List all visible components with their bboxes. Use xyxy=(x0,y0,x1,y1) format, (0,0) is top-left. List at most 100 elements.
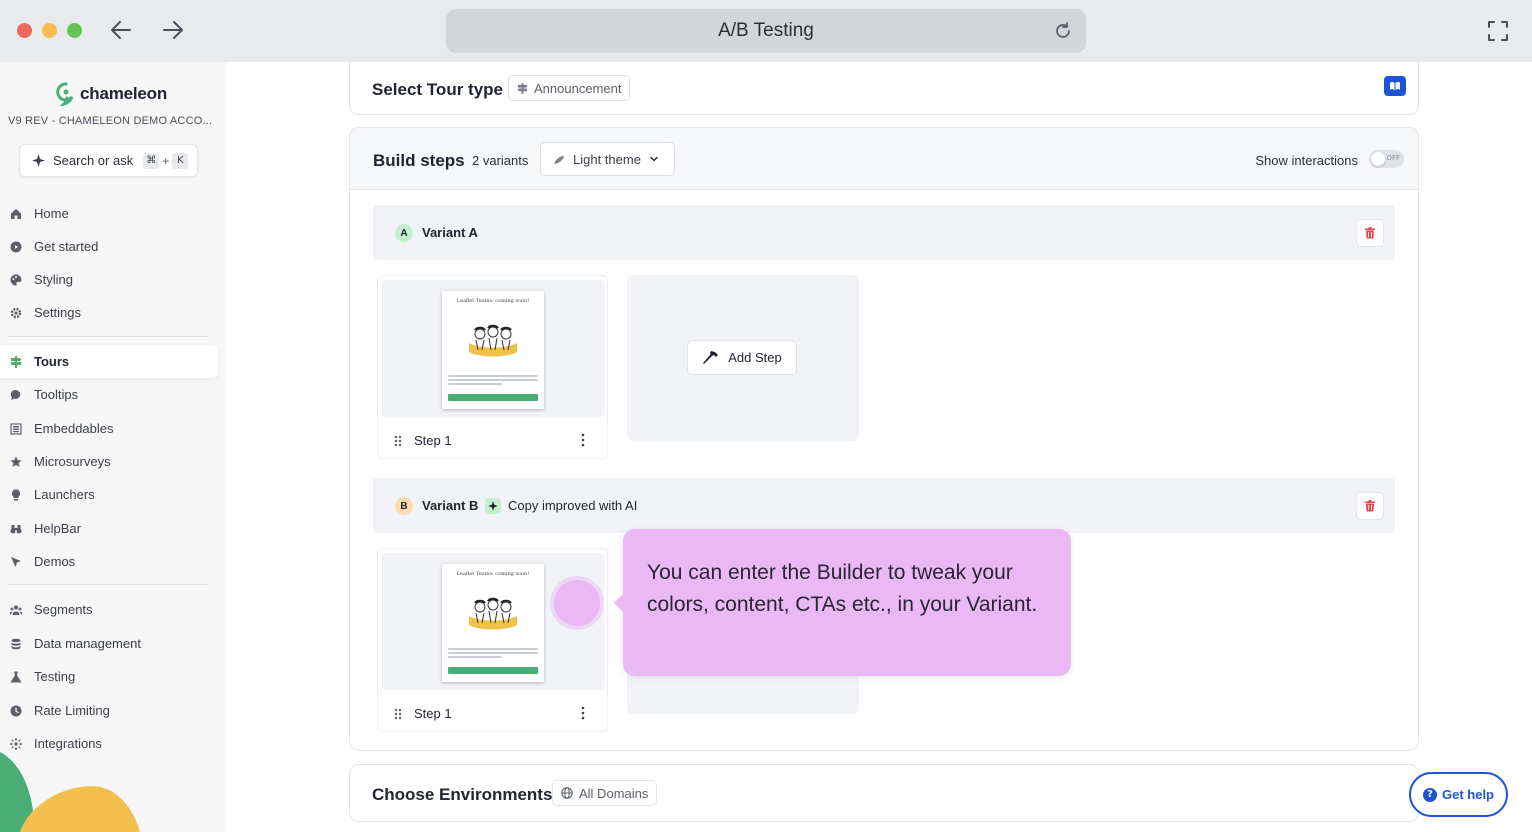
illustration-image xyxy=(469,597,517,630)
chevron-down-icon xyxy=(650,156,658,162)
illustration-image xyxy=(469,324,517,357)
step-label: Step 1 xyxy=(414,433,452,448)
drag-handle-icon[interactable] xyxy=(394,708,402,720)
step-thumbnail: Leaflet Teams: coming soon! xyxy=(442,564,544,682)
close-window-button[interactable] xyxy=(17,23,32,38)
tour-type-card: Select Tour type Announcement xyxy=(349,62,1419,115)
back-arrow-icon[interactable] xyxy=(108,17,134,43)
embed-icon xyxy=(10,422,22,435)
sidebar-item-rate-limiting[interactable]: Rate Limiting xyxy=(0,694,218,727)
fullscreen-icon[interactable] xyxy=(1486,19,1510,43)
show-interactions-toggle[interactable]: OFF xyxy=(1369,150,1404,168)
theme-icon xyxy=(554,156,564,164)
domains-chip[interactable]: All Domains xyxy=(552,780,658,806)
build-steps-header: Build steps 2 variants Light theme Show … xyxy=(350,128,1418,190)
help-icon: ? xyxy=(1422,787,1437,802)
trash-icon xyxy=(1365,227,1375,239)
minimize-window-button[interactable] xyxy=(42,23,57,38)
sidebar-item-embeddables[interactable]: Embeddables xyxy=(0,412,218,445)
logo[interactable]: chameleon xyxy=(56,82,167,106)
variant-b-step-card[interactable]: Leaflet Teams: coming soon! Step 1 xyxy=(377,548,608,732)
theme-select[interactable]: Light theme xyxy=(540,142,675,176)
binoculars-icon xyxy=(10,524,22,533)
home-icon xyxy=(11,208,21,219)
sidebar-item-tooltips[interactable]: Tooltips xyxy=(0,378,218,411)
sidebar-divider xyxy=(8,584,208,585)
ai-improved-label: Copy improved with AI xyxy=(508,498,638,513)
play-icon xyxy=(10,241,22,252)
account-name[interactable]: V9 REV - CHAMELEON DEMO ACCO... xyxy=(8,115,212,127)
search-button[interactable]: Search or ask ⌘ + K xyxy=(19,144,198,177)
variant-b-name: Variant B xyxy=(422,498,479,513)
sidebar-item-styling[interactable]: Styling xyxy=(0,263,218,296)
sidebar-item-data-management[interactable]: Data management xyxy=(0,627,218,660)
database-icon xyxy=(11,638,21,649)
more-options-icon[interactable] xyxy=(581,706,585,720)
delete-variant-a-button[interactable] xyxy=(1356,219,1384,247)
step-preview[interactable]: Leaflet Teams: coming soon! xyxy=(382,280,604,417)
integrations-icon xyxy=(10,737,22,750)
tour-type-chip[interactable]: Announcement xyxy=(508,75,631,101)
build-steps-title: Build steps xyxy=(373,151,465,170)
add-step-button[interactable]: Add Step xyxy=(687,340,797,375)
trash-icon xyxy=(1365,500,1375,512)
step-thumbnail: Leaflet Teams: coming soon! xyxy=(442,291,544,409)
gear-icon xyxy=(10,307,22,318)
drag-handle-icon[interactable] xyxy=(394,435,402,447)
sidebar-item-microsurveys[interactable]: Microsurveys xyxy=(0,445,218,478)
variant-b-badge: B xyxy=(395,497,413,515)
delete-variant-b-button[interactable] xyxy=(1356,492,1384,520)
sidebar-item-launchers[interactable]: Launchers xyxy=(0,478,218,511)
variant-a-bar: A Variant A xyxy=(373,205,1395,260)
sparkle-icon xyxy=(32,154,45,167)
more-options-icon[interactable] xyxy=(581,433,585,447)
variant-a-step-card[interactable]: Leaflet Teams: coming soon! Step 1 xyxy=(377,275,608,459)
decorative-blob xyxy=(0,752,140,832)
environments-title: Choose Environments xyxy=(372,785,553,804)
sidebar-item-helpbar[interactable]: HelpBar xyxy=(0,512,218,545)
environments-card: Choose Environments All Domains xyxy=(349,764,1419,822)
forward-arrow-icon[interactable] xyxy=(160,17,186,43)
toggle-state: OFF xyxy=(1386,154,1400,162)
maximize-window-button[interactable] xyxy=(67,23,82,38)
step-label: Step 1 xyxy=(414,706,452,721)
main-content: Select Tour type Announcement Build step… xyxy=(226,62,1532,832)
clock-icon xyxy=(10,705,22,716)
address-bar[interactable]: A/B Testing xyxy=(446,9,1086,53)
tour-hotspot[interactable] xyxy=(554,580,600,626)
pointer-icon xyxy=(11,556,21,567)
signpost-icon xyxy=(517,82,528,94)
ai-sparkle-icon xyxy=(485,498,501,514)
signpost-icon xyxy=(10,355,22,368)
variant-b-bar: B Variant B Copy improved with AI xyxy=(373,478,1395,533)
sidebar-item-segments[interactable]: Segments xyxy=(0,593,218,626)
tour-tooltip: You can enter the Builder to tweak your … xyxy=(614,529,1071,676)
variants-count: 2 variants xyxy=(472,153,529,168)
sidebar-item-get-started[interactable]: Get started xyxy=(0,230,218,263)
reload-icon[interactable] xyxy=(1052,20,1074,42)
users-icon xyxy=(10,605,22,615)
chameleon-logo-icon xyxy=(56,82,74,106)
sidebar-item-settings[interactable]: Settings xyxy=(0,296,218,329)
sidebar-divider xyxy=(8,336,208,337)
get-help-button[interactable]: ? Get help xyxy=(1409,772,1508,817)
add-step-zone: Add Step xyxy=(627,275,859,441)
sidebar-item-home[interactable]: Home xyxy=(0,197,218,230)
tooltip-text: You can enter the Builder to tweak your … xyxy=(647,561,1038,616)
palette-icon xyxy=(10,274,22,285)
search-shortcut: ⌘ + K xyxy=(143,152,189,169)
search-label: Search or ask xyxy=(53,153,134,168)
docs-button[interactable] xyxy=(1384,76,1406,96)
logo-text: chameleon xyxy=(80,84,168,103)
sidebar-item-demos[interactable]: Demos xyxy=(0,545,218,578)
globe-icon xyxy=(561,787,573,799)
comment-icon xyxy=(10,389,21,400)
tooltip-arrow xyxy=(614,594,623,612)
sidebar-item-testing[interactable]: Testing xyxy=(0,660,218,693)
book-icon xyxy=(1390,82,1400,90)
sidebar: chameleon V9 REV - CHAMELEON DEMO ACCO..… xyxy=(0,62,226,832)
show-interactions-label: Show interactions xyxy=(1255,153,1358,168)
sidebar-item-tours[interactable]: Tours xyxy=(0,345,218,378)
hammer-icon xyxy=(703,350,719,364)
variant-a-badge: A xyxy=(395,224,413,242)
